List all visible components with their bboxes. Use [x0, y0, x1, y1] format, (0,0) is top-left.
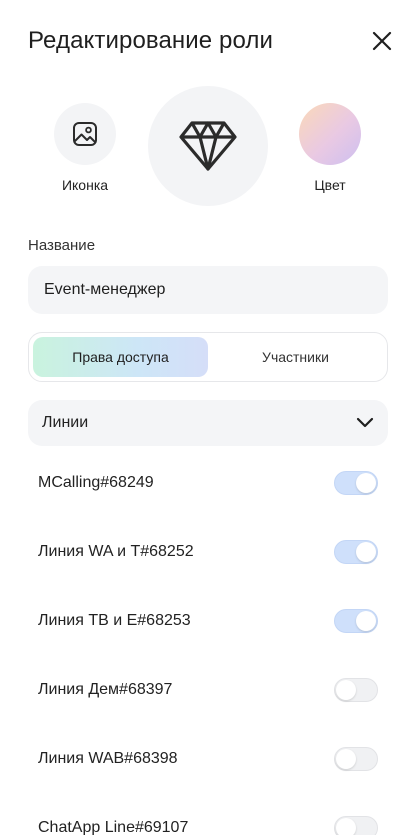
color-picker-button[interactable]: Цвет [295, 103, 365, 193]
line-name: ChatApp Line#69107 [38, 818, 189, 835]
toggle-knob [356, 610, 376, 631]
line-name: Линия WAB#68398 [38, 749, 178, 767]
edit-role-panel: Редактирование роли Иконка Цвет Название… [0, 0, 420, 835]
color-picker-label: Цвет [314, 177, 346, 193]
header: Редактирование роли [28, 24, 392, 58]
toggle-knob [336, 817, 356, 835]
diamond-icon [179, 121, 237, 171]
line-name: Линия WA и T#68252 [38, 542, 194, 560]
page-title: Редактирование роли [28, 27, 273, 54]
icon-picker-label: Иконка [61, 177, 109, 193]
role-icon-preview[interactable] [148, 86, 268, 206]
line-toggle[interactable] [334, 608, 378, 633]
line-toggle[interactable] [334, 539, 378, 564]
chevron-down-icon [356, 417, 374, 428]
line-toggle[interactable] [334, 470, 378, 495]
lines-dropdown[interactable]: Линии [28, 400, 388, 446]
color-swatch [299, 103, 361, 165]
icon-picker-circle [54, 103, 116, 165]
lines-dropdown-label: Линии [42, 414, 89, 431]
list-item: Линия WAB#68398 [0, 724, 420, 793]
list-item: Линия WA и T#68252 [0, 517, 420, 586]
close-icon [372, 31, 392, 51]
image-icon [73, 122, 97, 146]
line-name: MCalling#68249 [38, 473, 154, 491]
toggle-knob [336, 679, 356, 700]
tab-members[interactable]: Участники [208, 337, 383, 377]
icon-picker-button[interactable]: Иконка [50, 103, 120, 193]
line-name: Линия ТВ и Е#68253 [38, 611, 191, 629]
line-toggle[interactable] [334, 815, 378, 835]
lines-list: MCalling#68249 Линия WA и T#68252 Линия … [0, 448, 420, 835]
toggle-knob [356, 541, 376, 562]
line-toggle[interactable] [334, 677, 378, 702]
role-name-input[interactable] [28, 266, 388, 314]
role-tabs: Права доступа Участники [28, 332, 388, 382]
line-name: Линия Дем#68397 [38, 680, 173, 698]
list-item: Линия ТВ и Е#68253 [0, 586, 420, 655]
tab-access-rights[interactable]: Права доступа [33, 337, 208, 377]
line-toggle[interactable] [334, 746, 378, 771]
toggle-knob [336, 748, 356, 769]
list-item: MCalling#68249 [0, 448, 420, 517]
list-item: ChatApp Line#69107 [0, 793, 420, 835]
list-item: Линия Дем#68397 [0, 655, 420, 724]
toggle-knob [356, 472, 376, 493]
appearance-picker: Иконка Цвет [0, 86, 420, 206]
close-button[interactable] [368, 27, 396, 55]
name-field-label: Название [28, 237, 96, 254]
